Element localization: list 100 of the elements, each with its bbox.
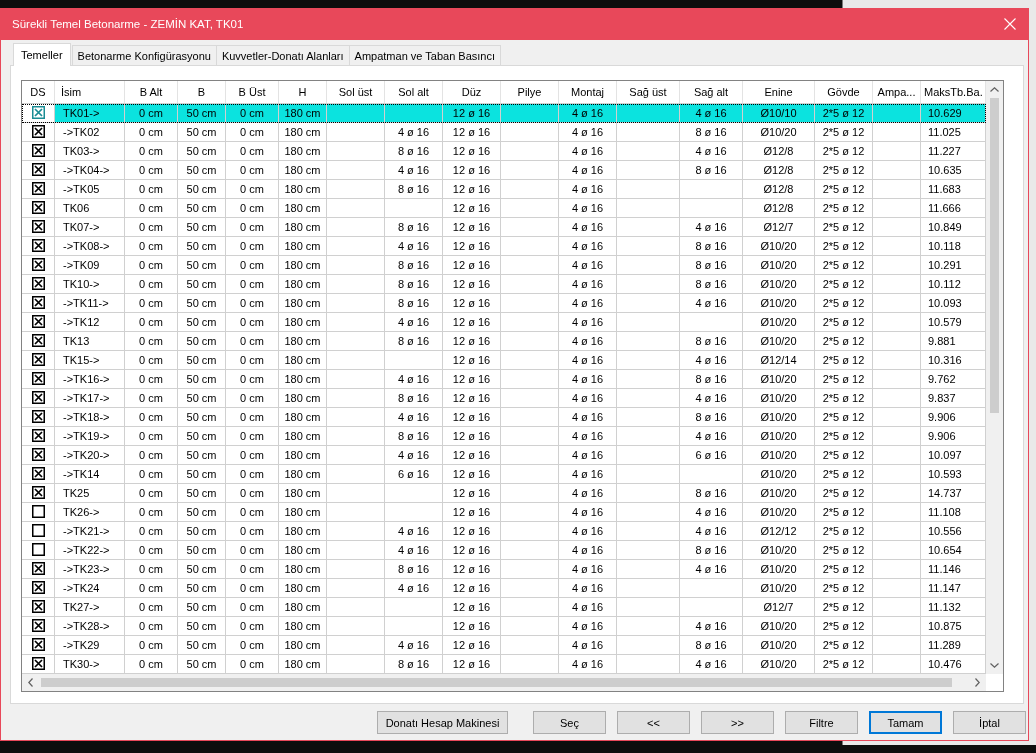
table-row[interactable]: ->TK14 0 cm 50 cm 0 cm 180 cm 6 ø 16 12 ø 16 4 ø 16 Ø10/20 2*5 ø 12 10.593 [22,465,986,484]
table-row[interactable]: TK01-> 0 cm 50 cm 0 cm 180 cm 12 ø 16 4 ø 16 4 ø 16 Ø10/10 2*5 ø 12 10.629 [22,104,986,123]
column-header[interactable]: Düz [443,81,501,103]
column-header[interactable]: Sol alt [385,81,443,103]
table-row[interactable]: ->TK18-> 0 cm 50 cm 0 cm 180 cm 4 ø 16 12 ø 16 4 ø 16 8 ø 16 Ø10/20 2*5 ø 12 9.906 [22,408,986,427]
table-cell: 180 cm [279,465,327,483]
checkbox[interactable] [31,334,45,347]
table-row[interactable]: TK25 0 cm 50 cm 0 cm 180 cm 12 ø 16 4 ø 16 8 ø 16 Ø10/20 2*5 ø 12 14.737 [22,484,986,503]
chevron-down-icon[interactable] [990,663,999,668]
column-header[interactable]: Enine [743,81,815,103]
table-row[interactable]: TK26-> 0 cm 50 cm 0 cm 180 cm 12 ø 16 4 ø 16 4 ø 16 Ø10/20 2*5 ø 12 11.108 [22,503,986,522]
column-header[interactable]: Sağ üst [617,81,680,103]
checkbox[interactable] [31,391,45,404]
checkbox[interactable] [31,429,45,442]
column-header[interactable]: İsim [55,81,125,103]
checkbox[interactable] [31,182,45,195]
chevron-up-icon[interactable] [990,87,999,92]
table-row[interactable]: ->TK05 0 cm 50 cm 0 cm 180 cm 8 ø 16 12 ø 16 4 ø 16 Ø12/8 2*5 ø 12 11.683 [22,180,986,199]
column-header[interactable]: H [279,81,327,103]
table-row[interactable]: TK06 0 cm 50 cm 0 cm 180 cm 12 ø 16 4 ø 16 Ø12/8 2*5 ø 12 11.666 [22,199,986,218]
checkbox[interactable] [31,163,45,176]
checkbox[interactable] [31,144,45,157]
checkbox[interactable] [31,486,45,499]
table-row[interactable]: ->TK22-> 0 cm 50 cm 0 cm 180 cm 4 ø 16 12 ø 16 4 ø 16 8 ø 16 Ø10/20 2*5 ø 12 10.654 [22,541,986,560]
table-row[interactable]: ->TK17-> 0 cm 50 cm 0 cm 180 cm 8 ø 16 12 ø 16 4 ø 16 4 ø 16 Ø10/20 2*5 ø 12 9.837 [22,389,986,408]
table-row[interactable]: ->TK19-> 0 cm 50 cm 0 cm 180 cm 8 ø 16 12 ø 16 4 ø 16 4 ø 16 Ø10/20 2*5 ø 12 9.906 [22,427,986,446]
checkbox[interactable] [31,372,45,385]
table-row[interactable]: ->TK08-> 0 cm 50 cm 0 cm 180 cm 4 ø 16 12 ø 16 4 ø 16 8 ø 16 Ø10/20 2*5 ø 12 10.118 [22,237,986,256]
checkbox[interactable] [31,581,45,594]
checkbox[interactable] [31,239,45,252]
table-row[interactable]: ->TK02 0 cm 50 cm 0 cm 180 cm 4 ø 16 12 ø 16 4 ø 16 8 ø 16 Ø10/20 2*5 ø 12 11.025 [22,123,986,142]
column-header[interactable]: Sol üst [327,81,385,103]
table-cell: 2*5 ø 12 [815,598,873,616]
column-header[interactable]: DS [22,81,55,103]
table-cell: ->TK09 [55,256,125,274]
dialog-button[interactable]: Seç [533,711,606,734]
dialog-button[interactable]: Filtre [785,711,858,734]
chevron-left-icon[interactable] [28,678,33,687]
checkbox[interactable] [31,657,45,670]
column-header[interactable]: Ampa... [873,81,921,103]
table-row[interactable]: ->TK23-> 0 cm 50 cm 0 cm 180 cm 8 ø 16 12 ø 16 4 ø 16 4 ø 16 Ø10/20 2*5 ø 12 11.146 [22,560,986,579]
dialog-button[interactable]: >> [701,711,774,734]
table-row[interactable]: TK10-> 0 cm 50 cm 0 cm 180 cm 8 ø 16 12 ø 16 4 ø 16 8 ø 16 Ø10/20 2*5 ø 12 10.112 [22,275,986,294]
tab[interactable]: Betonarme Konfigürasyonu [71,45,217,65]
close-icon[interactable] [1004,18,1016,30]
tab[interactable]: Temeller [13,43,71,66]
checkbox[interactable] [31,543,45,556]
dialog-button[interactable]: İptal [953,711,1026,734]
checkbox[interactable] [31,296,45,309]
checkbox[interactable] [31,467,45,480]
checkbox[interactable] [31,277,45,290]
checkbox[interactable] [31,258,45,271]
table-row[interactable]: ->TK20-> 0 cm 50 cm 0 cm 180 cm 4 ø 16 12 ø 16 4 ø 16 6 ø 16 Ø10/20 2*5 ø 12 10.097 [22,446,986,465]
column-header[interactable]: B Üst [226,81,279,103]
table-row[interactable]: ->TK21-> 0 cm 50 cm 0 cm 180 cm 4 ø 16 12 ø 16 4 ø 16 4 ø 16 Ø12/12 2*5 ø 12 10.556 [22,522,986,541]
checkbox[interactable] [31,448,45,461]
table-cell: 4 ø 16 [559,123,617,141]
table-row[interactable]: ->TK29 0 cm 50 cm 0 cm 180 cm 4 ø 16 12 ø 16 4 ø 16 8 ø 16 Ø10/20 2*5 ø 12 11.289 [22,636,986,655]
table-row[interactable]: TK03-> 0 cm 50 cm 0 cm 180 cm 8 ø 16 12 ø 16 4 ø 16 4 ø 16 Ø12/8 2*5 ø 12 11.227 [22,142,986,161]
checkbox[interactable] [31,353,45,366]
checkbox[interactable] [31,201,45,214]
dialog-button[interactable]: Tamam [869,711,942,734]
table-row[interactable]: TK27-> 0 cm 50 cm 0 cm 180 cm 12 ø 16 4 ø 16 Ø12/7 2*5 ø 12 11.132 [22,598,986,617]
checkbox[interactable] [31,600,45,613]
table-row[interactable]: ->TK04-> 0 cm 50 cm 0 cm 180 cm 4 ø 16 12 ø 16 4 ø 16 8 ø 16 Ø12/8 2*5 ø 12 10.635 [22,161,986,180]
column-header[interactable]: B [178,81,226,103]
checkbox[interactable] [31,619,45,632]
checkbox[interactable] [31,125,45,138]
dialog-button[interactable]: Donatı Hesap Makinesi [377,711,508,734]
checkbox[interactable] [31,505,45,518]
table-row[interactable]: ->TK11-> 0 cm 50 cm 0 cm 180 cm 8 ø 16 12 ø 16 4 ø 16 4 ø 16 Ø10/20 2*5 ø 12 10.093 [22,294,986,313]
checkbox[interactable] [31,638,45,651]
column-header[interactable]: B Alt [125,81,178,103]
table-cell: 180 cm [279,389,327,407]
checkbox[interactable] [31,524,45,537]
chevron-right-icon[interactable] [975,678,980,687]
vertical-scrollbar[interactable] [986,81,1003,674]
table-row[interactable]: TK13 0 cm 50 cm 0 cm 180 cm 8 ø 16 12 ø 16 4 ø 16 8 ø 16 Ø10/20 2*5 ø 12 9.881 [22,332,986,351]
table-row[interactable]: ->TK24 0 cm 50 cm 0 cm 180 cm 4 ø 16 12 ø 16 4 ø 16 Ø10/20 2*5 ø 12 11.147 [22,579,986,598]
tab[interactable]: Ampatman ve Taban Basıncı [348,45,501,65]
table-row[interactable]: ->TK28-> 0 cm 50 cm 0 cm 180 cm 12 ø 16 4 ø 16 4 ø 16 Ø10/20 2*5 ø 12 10.875 [22,617,986,636]
table-row[interactable]: ->TK12 0 cm 50 cm 0 cm 180 cm 4 ø 16 12 ø 16 4 ø 16 Ø10/20 2*5 ø 12 10.579 [22,313,986,332]
checkbox[interactable] [31,106,45,119]
table-row[interactable]: TK07-> 0 cm 50 cm 0 cm 180 cm 8 ø 16 12 ø 16 4 ø 16 4 ø 16 Ø12/7 2*5 ø 12 10.849 [22,218,986,237]
table-row[interactable]: ->TK16-> 0 cm 50 cm 0 cm 180 cm 4 ø 16 12 ø 16 4 ø 16 8 ø 16 Ø10/20 2*5 ø 12 9.762 [22,370,986,389]
table-row[interactable]: ->TK09 0 cm 50 cm 0 cm 180 cm 8 ø 16 12 ø 16 4 ø 16 8 ø 16 Ø10/20 2*5 ø 12 10.291 [22,256,986,275]
column-header[interactable]: Pilye [501,81,559,103]
dialog-button[interactable]: << [617,711,690,734]
checkbox[interactable] [31,562,45,575]
table-cell: 50 cm [178,104,226,122]
table-row[interactable]: TK15-> 0 cm 50 cm 0 cm 180 cm 12 ø 16 4 ø 16 4 ø 16 Ø12/14 2*5 ø 12 10.316 [22,351,986,370]
column-header[interactable]: Gövde [815,81,873,103]
scrollbar-thumb[interactable] [41,678,952,687]
column-header[interactable]: Sağ alt [680,81,743,103]
horizontal-scrollbar[interactable] [22,674,986,691]
column-header[interactable]: Montaj [559,81,617,103]
scrollbar-thumb[interactable] [990,98,999,413]
checkbox[interactable] [31,410,45,423]
checkbox[interactable] [31,220,45,233]
checkbox[interactable] [31,315,45,328]
